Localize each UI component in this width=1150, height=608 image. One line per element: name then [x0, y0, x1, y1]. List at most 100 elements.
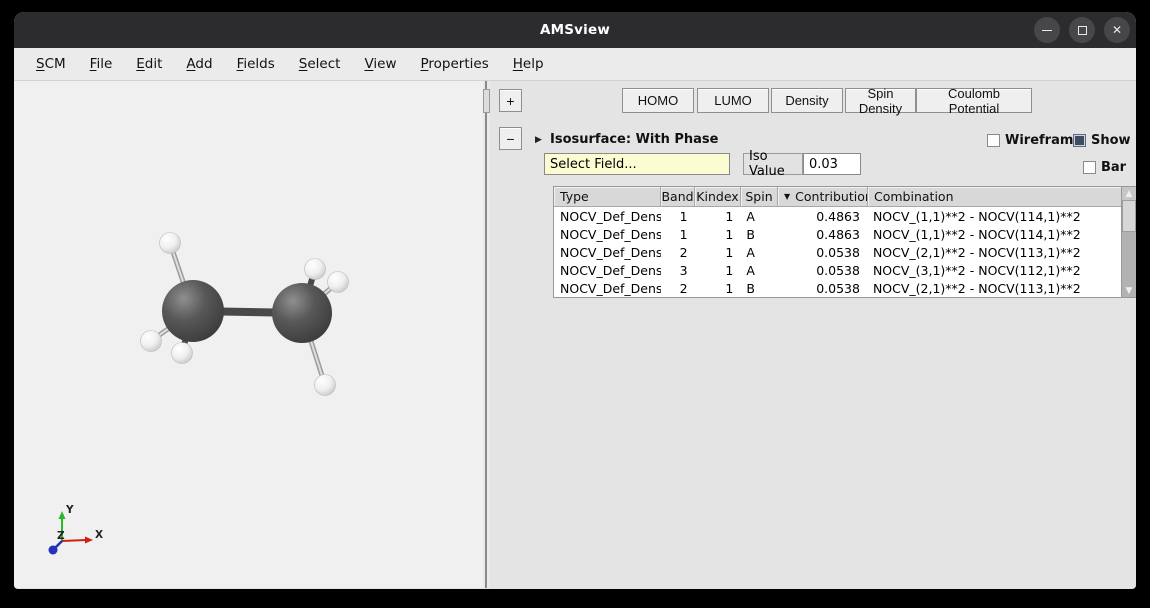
bar-label: Bar [1101, 160, 1126, 175]
splitter-grip[interactable] [483, 89, 490, 113]
cell-type: NOCV_Def_Density [554, 279, 661, 297]
cell-band: 2 [661, 279, 695, 297]
nocv-table-body: NOCV_Def_Density11A0.4863NOCV_(1,1)**2 -… [554, 207, 1121, 297]
show-checkbox[interactable]: Show [1073, 133, 1131, 148]
cell-contribution: 0.0538 [777, 243, 867, 261]
column-header-combination[interactable]: Combination [868, 187, 1123, 206]
table-row[interactable]: NOCV_Def_Density21B0.0538NOCV_(2,1)**2 -… [554, 279, 1121, 297]
maximize-button[interactable] [1069, 17, 1095, 43]
column-header-band[interactable]: Band [661, 187, 695, 206]
molecule-3d-render: Y X Z [14, 81, 483, 588]
menu-add[interactable]: Add [174, 56, 224, 72]
bar-checkbox[interactable]: Bar [1083, 160, 1126, 175]
menu-scm[interactable]: SCM [25, 56, 78, 72]
wireframe-checkbox[interactable]: Wireframe [987, 133, 1082, 148]
bar-checkbox-box[interactable] [1083, 161, 1096, 174]
nocv-table: TypeBandKindexSpin▼ContributionCombinati… [553, 186, 1136, 298]
menu-select[interactable]: Select [287, 56, 353, 72]
cell-kindex: 1 [695, 207, 741, 225]
cell-spin: A [740, 207, 777, 225]
remove-isosurface-button[interactable]: − [499, 127, 522, 150]
add-isosurface-button[interactable]: + [499, 89, 522, 112]
scroll-down-icon[interactable]: ▼ [1122, 284, 1136, 297]
maximize-icon [1078, 26, 1087, 35]
cell-combination: NOCV_(1,1)**2 - NOCV(114,1)**2 [867, 207, 1121, 225]
minimize-icon [1042, 30, 1052, 31]
iso-value-label: Iso Value [743, 153, 803, 175]
isosurface-title: Isosurface: With Phase [550, 132, 719, 147]
table-row[interactable]: NOCV_Def_Density31A0.0538NOCV_(3,1)**2 -… [554, 261, 1121, 279]
expand-collapse-arrow[interactable]: ▶ [535, 135, 542, 145]
window-controls: ✕ [1034, 17, 1130, 43]
cell-type: NOCV_Def_Density [554, 207, 661, 225]
cell-spin: B [740, 279, 777, 297]
close-icon: ✕ [1112, 24, 1122, 36]
cell-contribution: 0.4863 [777, 225, 867, 243]
cell-spin: B [740, 225, 777, 243]
svg-text:Z: Z [57, 530, 65, 542]
app-window: AMSview ✕ SCMFileEditAddFieldsSelectView… [14, 12, 1136, 589]
tab-density[interactable]: Density [771, 88, 843, 113]
menu-file[interactable]: File [78, 56, 125, 72]
cell-combination: NOCV_(1,1)**2 - NOCV(114,1)**2 [867, 225, 1121, 243]
cell-kindex: 1 [695, 261, 741, 279]
cell-kindex: 1 [695, 225, 741, 243]
cell-band: 1 [661, 225, 695, 243]
minimize-button[interactable] [1034, 17, 1060, 43]
select-field-dropdown[interactable]: Select Field... [544, 153, 730, 175]
show-checkbox-box[interactable] [1073, 134, 1086, 147]
cell-spin: A [740, 261, 777, 279]
tab-lumo[interactable]: LUMO [697, 88, 769, 113]
tab-coulomb-potential[interactable]: Coulomb Potential [916, 88, 1032, 113]
column-header-contribution[interactable]: ▼Contribution [778, 187, 868, 206]
cell-spin: A [740, 243, 777, 261]
cell-type: NOCV_Def_Density [554, 225, 661, 243]
cell-contribution: 0.0538 [777, 279, 867, 297]
show-label: Show [1091, 133, 1131, 148]
scroll-up-icon[interactable]: ▲ [1122, 187, 1136, 200]
main-area: Y X Z + HOMOLUMODensitySpin DensityCoulomb… [14, 81, 1136, 588]
column-header-type[interactable]: Type [554, 187, 661, 206]
svg-text:X: X [95, 529, 103, 541]
nocv-table-header: TypeBandKindexSpin▼ContributionCombinati… [554, 187, 1136, 207]
column-header-spin[interactable]: Spin [741, 187, 778, 206]
cell-band: 3 [661, 261, 695, 279]
svg-text:Y: Y [65, 504, 74, 516]
cell-contribution: 0.0538 [777, 261, 867, 279]
iso-value-input[interactable]: 0.03 [803, 153, 861, 175]
molecule-viewport[interactable]: Y X Z [14, 81, 483, 588]
titlebar: AMSview ✕ [14, 12, 1136, 48]
menu-fields[interactable]: Fields [225, 56, 287, 72]
cell-type: NOCV_Def_Density [554, 243, 661, 261]
cell-band: 1 [661, 207, 695, 225]
cell-kindex: 1 [695, 279, 741, 297]
cell-contribution: 0.4863 [777, 207, 867, 225]
menu-edit[interactable]: Edit [124, 56, 174, 72]
table-row[interactable]: NOCV_Def_Density11A0.4863NOCV_(1,1)**2 -… [554, 207, 1121, 225]
cell-combination: NOCV_(2,1)**2 - NOCV(113,1)**2 [867, 243, 1121, 261]
menu-properties[interactable]: Properties [409, 56, 501, 72]
column-header-kindex[interactable]: Kindex [695, 187, 741, 206]
tab-homo[interactable]: HOMO [622, 88, 694, 113]
panel-splitter[interactable] [483, 81, 490, 588]
scrollbar-thumb[interactable] [1122, 200, 1136, 232]
wireframe-checkbox-box[interactable] [987, 134, 1000, 147]
splitter-line [485, 81, 487, 588]
menubar: SCMFileEditAddFieldsSelectViewProperties… [14, 48, 1136, 81]
cell-kindex: 1 [695, 243, 741, 261]
wireframe-label: Wireframe [1005, 133, 1082, 148]
cell-type: NOCV_Def_Density [554, 261, 661, 279]
menu-view[interactable]: View [352, 56, 408, 72]
close-button[interactable]: ✕ [1104, 17, 1130, 43]
table-row[interactable]: NOCV_Def_Density21A0.0538NOCV_(2,1)**2 -… [554, 243, 1121, 261]
fields-panel: + HOMOLUMODensitySpin DensityCoulomb Pot… [490, 81, 1136, 588]
table-scrollbar[interactable]: ▲ ▼ [1121, 187, 1136, 297]
cell-combination: NOCV_(2,1)**2 - NOCV(113,1)**2 [867, 279, 1121, 297]
window-title: AMSview [540, 22, 610, 38]
cell-combination: NOCV_(3,1)**2 - NOCV(112,1)**2 [867, 261, 1121, 279]
cell-band: 2 [661, 243, 695, 261]
tab-spin-density[interactable]: Spin Density [845, 88, 916, 113]
table-row[interactable]: NOCV_Def_Density11B0.4863NOCV_(1,1)**2 -… [554, 225, 1121, 243]
menu-help[interactable]: Help [501, 56, 556, 72]
sort-descending-icon: ▼ [784, 192, 790, 201]
